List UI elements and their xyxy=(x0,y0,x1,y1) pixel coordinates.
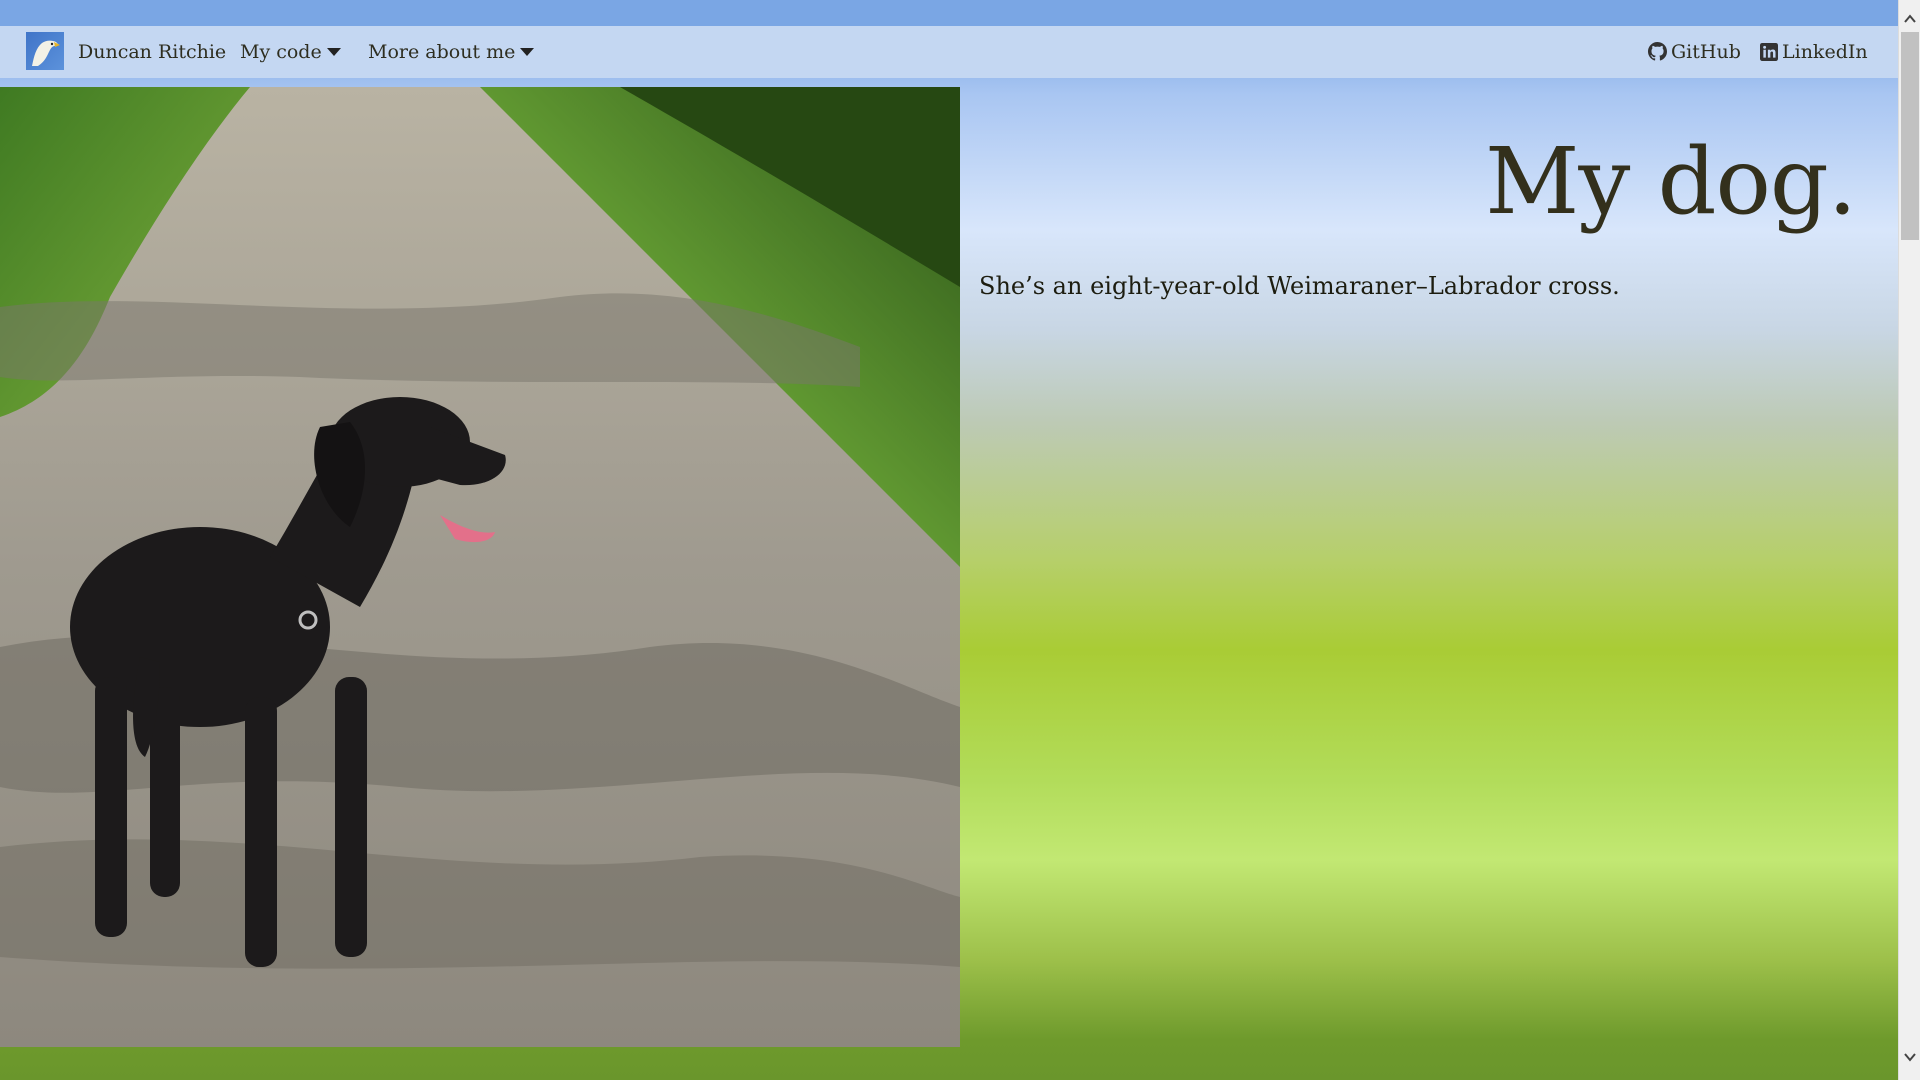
page-background: Duncan Ritchie My code More about me Git… xyxy=(0,0,1898,1080)
more-about-me-menu[interactable]: More about me xyxy=(368,26,535,78)
scrollbar-thumb[interactable] xyxy=(1901,32,1919,240)
eagle-logo-icon[interactable] xyxy=(26,32,64,70)
brand-name-link[interactable]: Duncan Ritchie xyxy=(78,26,226,78)
more-about-me-label: More about me xyxy=(368,41,516,63)
github-label: GitHub xyxy=(1671,41,1741,63)
dog-photo xyxy=(0,87,960,1047)
top-navbar: Duncan Ritchie My code More about me Git… xyxy=(0,26,1898,78)
chevron-up-icon[interactable] xyxy=(1903,12,1917,26)
linkedin-link[interactable]: LinkedIn xyxy=(1760,26,1868,78)
my-code-menu[interactable]: My code xyxy=(240,26,341,78)
linkedin-icon xyxy=(1760,43,1778,61)
github-link[interactable]: GitHub xyxy=(1648,26,1741,78)
dog-description: She’s an eight-year-old Weimaraner–Labra… xyxy=(979,272,1620,300)
page-title: My dog. xyxy=(1485,128,1857,235)
chevron-down-icon[interactable] xyxy=(1903,1050,1917,1064)
linkedin-label: LinkedIn xyxy=(1782,41,1868,63)
github-icon xyxy=(1648,42,1667,61)
vertical-scrollbar[interactable] xyxy=(1898,0,1920,1080)
caret-down-icon xyxy=(520,48,535,56)
caret-down-icon xyxy=(326,48,341,56)
my-code-label: My code xyxy=(240,41,322,63)
